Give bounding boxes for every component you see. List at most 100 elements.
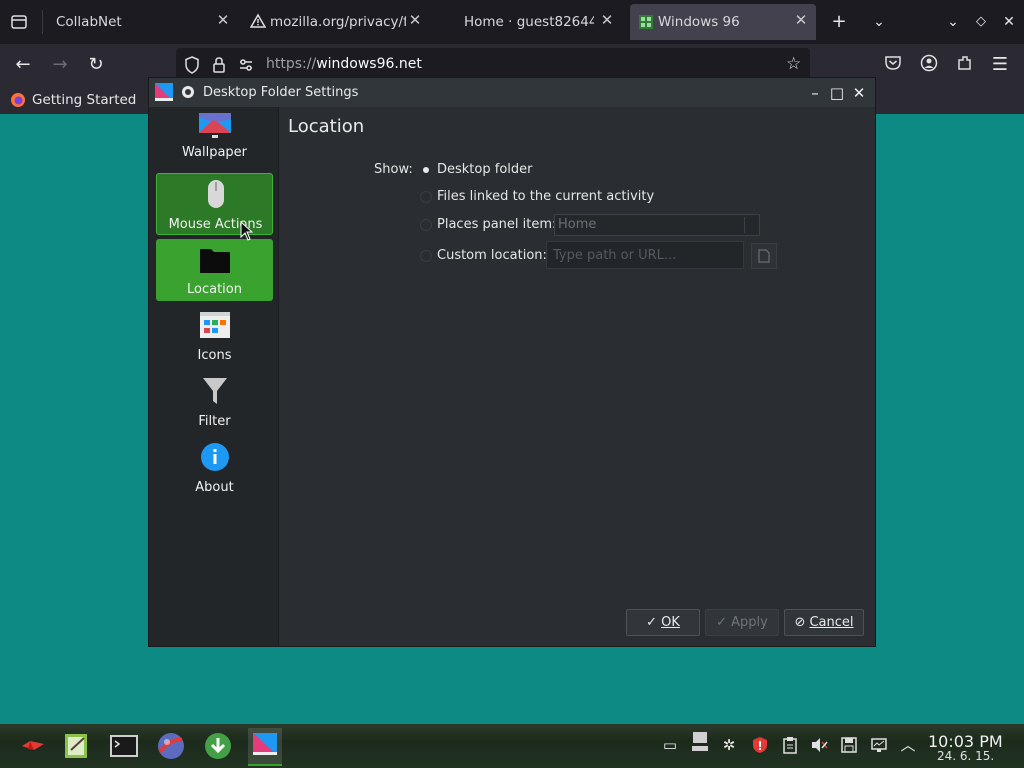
sidebar-item-filter[interactable]: Filter xyxy=(156,371,273,433)
menu-icon[interactable]: ☰ xyxy=(989,54,1011,76)
back-icon[interactable]: ← xyxy=(12,54,34,76)
minimize-icon[interactable]: – xyxy=(805,83,825,103)
info-icon xyxy=(198,441,232,473)
sidebar-item-label: Location xyxy=(187,282,242,297)
pocket-icon[interactable] xyxy=(882,54,904,76)
settings-sidebar: Wallpaper Mouse Actions Location Icons F xyxy=(149,107,279,646)
option-custom-location-label[interactable]: Custom location: xyxy=(437,248,547,263)
dialog-titlebar[interactable]: Desktop Folder Settings – □ ✕ xyxy=(149,78,875,107)
restore-window-icon[interactable]: ◇ xyxy=(970,11,992,33)
tab-label: CollabNet xyxy=(56,14,122,30)
close-icon[interactable]: ✕ xyxy=(794,13,808,28)
show-desktop-icon[interactable]: ▭ xyxy=(661,736,679,754)
sidebar-item-mouse-actions[interactable]: Mouse Actions xyxy=(156,173,273,235)
kde-connect-icon[interactable]: ✲ xyxy=(720,736,738,754)
apply-label: Apply xyxy=(731,615,768,630)
extensions-icon[interactable] xyxy=(954,54,976,76)
network-icon[interactable] xyxy=(870,736,888,754)
save-disk-icon[interactable] xyxy=(840,736,858,754)
option-files-linked-label[interactable]: Files linked to the current activity xyxy=(437,189,654,204)
pin-icon[interactable] xyxy=(180,84,196,100)
display-icon[interactable] xyxy=(691,730,709,754)
clock-date[interactable]: 24. 6. 15. xyxy=(937,749,994,763)
windows96-favicon-icon xyxy=(638,14,654,30)
cancel-label: Cancel xyxy=(809,615,854,630)
radio-custom-location[interactable] xyxy=(420,250,432,262)
dialog-title: Desktop Folder Settings xyxy=(203,85,359,100)
permissions-icon[interactable] xyxy=(238,57,254,73)
warning-icon xyxy=(249,13,267,29)
sidebar-item-about[interactable]: About xyxy=(156,437,273,499)
option-places-panel-label[interactable]: Places panel item: xyxy=(437,217,556,232)
radio-files-linked[interactable] xyxy=(420,191,432,203)
desktop-settings-task-icon[interactable] xyxy=(248,728,282,766)
custom-location-input[interactable]: Type path or URL... xyxy=(546,241,744,269)
funnel-icon xyxy=(198,375,232,407)
desktop-folder-settings-dialog: Desktop Folder Settings – □ ✕ Wallpaper … xyxy=(148,77,876,647)
icons-grid-icon xyxy=(198,309,232,341)
ok-button[interactable]: ✓ OK xyxy=(626,609,700,636)
new-tab-button[interactable]: + xyxy=(828,11,850,33)
tab-overflow-chevron-icon[interactable]: ⌄ xyxy=(868,11,890,33)
close-icon[interactable]: ✕ xyxy=(216,13,230,28)
tab-collabnet[interactable]: CollabNet ✕ xyxy=(44,0,240,44)
sidebar-item-icons[interactable]: Icons xyxy=(156,305,273,367)
sidebar-item-label: Mouse Actions xyxy=(168,217,263,232)
sidebar-item-location[interactable]: Location xyxy=(156,239,273,301)
shield-icon[interactable] xyxy=(184,56,200,74)
clipboard-icon[interactable] xyxy=(781,736,799,754)
mouse-cursor-icon xyxy=(240,220,254,241)
radio-desktop-folder[interactable] xyxy=(423,167,429,173)
tab-list-icon[interactable] xyxy=(8,12,30,32)
security-shield-icon[interactable] xyxy=(751,736,769,754)
forward-icon[interactable]: → xyxy=(49,54,71,76)
tab-home-guest[interactable]: Home · guest82644/ ✕ xyxy=(436,0,628,44)
show-label: Show: xyxy=(374,162,413,177)
maximize-icon[interactable]: □ xyxy=(827,83,847,103)
browser-globe-icon[interactable] xyxy=(156,732,186,760)
taskbar: ▭ ✲ ︿ 10:03 PM 24. 6. 15. xyxy=(0,724,1024,768)
close-window-icon[interactable]: ✕ xyxy=(998,11,1020,33)
close-icon[interactable]: ✕ xyxy=(408,13,422,28)
browse-folder-button[interactable] xyxy=(751,243,777,269)
close-icon[interactable]: ✕ xyxy=(849,83,869,103)
reload-icon[interactable]: ↻ xyxy=(85,54,107,76)
checkmark-icon: ✓ xyxy=(716,615,732,630)
notes-app-icon[interactable] xyxy=(62,732,92,760)
close-icon[interactable]: ✕ xyxy=(600,13,614,28)
document-icon xyxy=(758,249,770,263)
kde-app-icon xyxy=(154,82,174,102)
monitor-icon xyxy=(198,111,232,143)
browser-tab-bar: CollabNet ✕ mozilla.org/privacy/fi ✕ Hom… xyxy=(0,0,1024,44)
apply-button[interactable]: ✓ Apply xyxy=(705,609,779,636)
firefox-icon xyxy=(10,92,26,108)
places-panel-combo[interactable]: Home xyxy=(554,214,760,236)
ok-label: OK xyxy=(661,615,680,630)
radio-places-panel[interactable] xyxy=(420,219,432,231)
custom-location-placeholder: Type path or URL... xyxy=(553,248,677,263)
cancel-button[interactable]: ⊘ Cancel xyxy=(784,609,864,636)
url-text[interactable]: https://windows96.net xyxy=(266,56,422,72)
tab-label: Windows 96 xyxy=(658,14,740,30)
checkmark-icon: ✓ xyxy=(646,615,662,630)
account-icon[interactable] xyxy=(918,54,940,76)
lock-icon[interactable] xyxy=(212,56,226,74)
start-menu-icon[interactable] xyxy=(20,736,46,756)
places-panel-value: Home xyxy=(558,217,597,232)
tray-expand-chevron-icon[interactable]: ︿ xyxy=(899,736,917,754)
cancel-icon: ⊘ xyxy=(794,615,810,630)
sidebar-item-label: Icons xyxy=(197,348,232,363)
option-desktop-folder-label[interactable]: Desktop folder xyxy=(437,162,532,177)
url-host: windows96.net xyxy=(316,56,422,72)
tab-windows96[interactable]: Windows 96 ✕ xyxy=(630,4,816,40)
bookmark-star-icon[interactable]: ☆ xyxy=(786,55,804,73)
folder-icon xyxy=(198,243,232,275)
minimize-window-icon[interactable]: ⌄ xyxy=(942,11,964,33)
sidebar-item-label: Wallpaper xyxy=(181,145,248,160)
tab-mozilla-privacy[interactable]: mozilla.org/privacy/fi ✕ xyxy=(240,0,436,44)
sidebar-item-wallpaper[interactable]: Wallpaper xyxy=(156,107,273,163)
volume-muted-icon[interactable] xyxy=(810,736,828,754)
download-icon[interactable] xyxy=(203,732,233,760)
sidebar-item-label: About xyxy=(195,480,234,495)
terminal-icon[interactable] xyxy=(109,732,139,760)
